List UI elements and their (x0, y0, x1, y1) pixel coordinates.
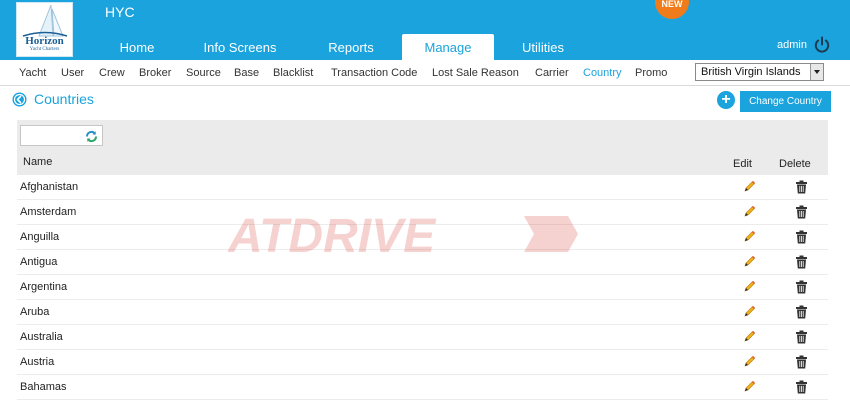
horizon-logo[interactable]: Horizon Yacht Charters (16, 2, 73, 57)
tab-home[interactable]: Home (97, 34, 177, 60)
subnav-crew[interactable]: Crew (99, 67, 125, 79)
top-bar: Horizon Yacht Charters HYC Home Info Scr… (0, 0, 850, 60)
page-title: Countries (34, 91, 94, 107)
edit-pencil-icon[interactable] (743, 355, 756, 368)
watermark-text: ATDRIVE (228, 210, 437, 262)
power-icon[interactable] (813, 36, 831, 54)
refresh-icon[interactable] (85, 130, 98, 143)
back-arrow-icon[interactable] (12, 92, 27, 107)
region-select-value: British Virgin Islands (701, 66, 801, 78)
logo-name: Horizon (25, 35, 64, 47)
edit-pencil-icon[interactable] (743, 305, 756, 318)
trash-icon[interactable] (795, 280, 808, 294)
new-badge: NEW (655, 0, 689, 19)
subnav-broker[interactable]: Broker (139, 67, 171, 79)
table-row: Bahamas (17, 375, 828, 400)
column-header-edit: Edit (733, 158, 752, 170)
subnav-source[interactable]: Source (186, 67, 221, 79)
country-name: Australia (20, 331, 63, 343)
subnav-lost-sale-reason[interactable]: Lost Sale Reason (432, 67, 519, 79)
trash-icon[interactable] (795, 180, 808, 194)
new-badge-label: NEW (662, 0, 684, 9)
subnav-base[interactable]: Base (234, 67, 259, 79)
logo-tagline: Yacht Charters (29, 47, 60, 52)
edit-pencil-icon[interactable] (743, 230, 756, 243)
change-country-button[interactable]: Change Country (740, 91, 831, 112)
trash-icon[interactable] (795, 305, 808, 319)
country-name: Amsterdam (20, 206, 77, 218)
country-name: Bahamas (20, 381, 67, 393)
table-row: Argentina (17, 275, 828, 300)
table-row: Austria (17, 350, 828, 375)
country-name: Aruba (20, 306, 50, 318)
watermark: ATDRIVE (228, 210, 578, 262)
add-country-button[interactable]: + (717, 91, 735, 109)
subnav-user[interactable]: User (61, 67, 84, 79)
subnav-yacht[interactable]: Yacht (19, 67, 46, 79)
tab-info-screens[interactable]: Info Screens (190, 34, 290, 60)
tab-reports[interactable]: Reports (310, 34, 392, 60)
trash-icon[interactable] (795, 255, 808, 269)
table-row: Afghanistan (17, 175, 828, 200)
trash-icon[interactable] (795, 205, 808, 219)
subnav-blacklist[interactable]: Blacklist (273, 67, 313, 79)
column-header-delete: Delete (779, 158, 811, 170)
subnav-carrier[interactable]: Carrier (535, 67, 569, 79)
tab-manage[interactable]: Manage (402, 34, 494, 60)
app-title: HYC (105, 4, 135, 20)
trash-icon[interactable] (795, 230, 808, 244)
table-row: Australia (17, 325, 828, 350)
subnav-promo[interactable]: Promo (635, 67, 667, 79)
table-row: Aruba (17, 300, 828, 325)
trash-icon[interactable] (795, 330, 808, 344)
subnav-transaction-code[interactable]: Transaction Code (331, 67, 417, 79)
edit-pencil-icon[interactable] (743, 380, 756, 393)
trash-icon[interactable] (795, 355, 808, 369)
country-name: Argentina (20, 281, 68, 293)
country-name: Anguilla (20, 231, 60, 243)
edit-pencil-icon[interactable] (743, 255, 756, 268)
country-name: Austria (20, 356, 55, 368)
tab-utilities[interactable]: Utilities (504, 34, 582, 60)
edit-pencil-icon[interactable] (743, 180, 756, 193)
chevron-down-icon[interactable] (810, 64, 823, 80)
table-header: Name Edit Delete (17, 120, 828, 175)
country-name: Antigua (20, 256, 58, 268)
user-name[interactable]: admin (777, 39, 807, 51)
subnav-country[interactable]: Country (583, 67, 622, 79)
edit-pencil-icon[interactable] (743, 205, 756, 218)
edit-pencil-icon[interactable] (743, 280, 756, 293)
edit-pencil-icon[interactable] (743, 330, 756, 343)
sail-logo-icon (22, 4, 68, 37)
trash-icon[interactable] (795, 380, 808, 394)
column-header-name[interactable]: Name (23, 156, 52, 168)
country-name: Afghanistan (20, 181, 79, 193)
region-select[interactable]: British Virgin Islands (695, 63, 824, 81)
